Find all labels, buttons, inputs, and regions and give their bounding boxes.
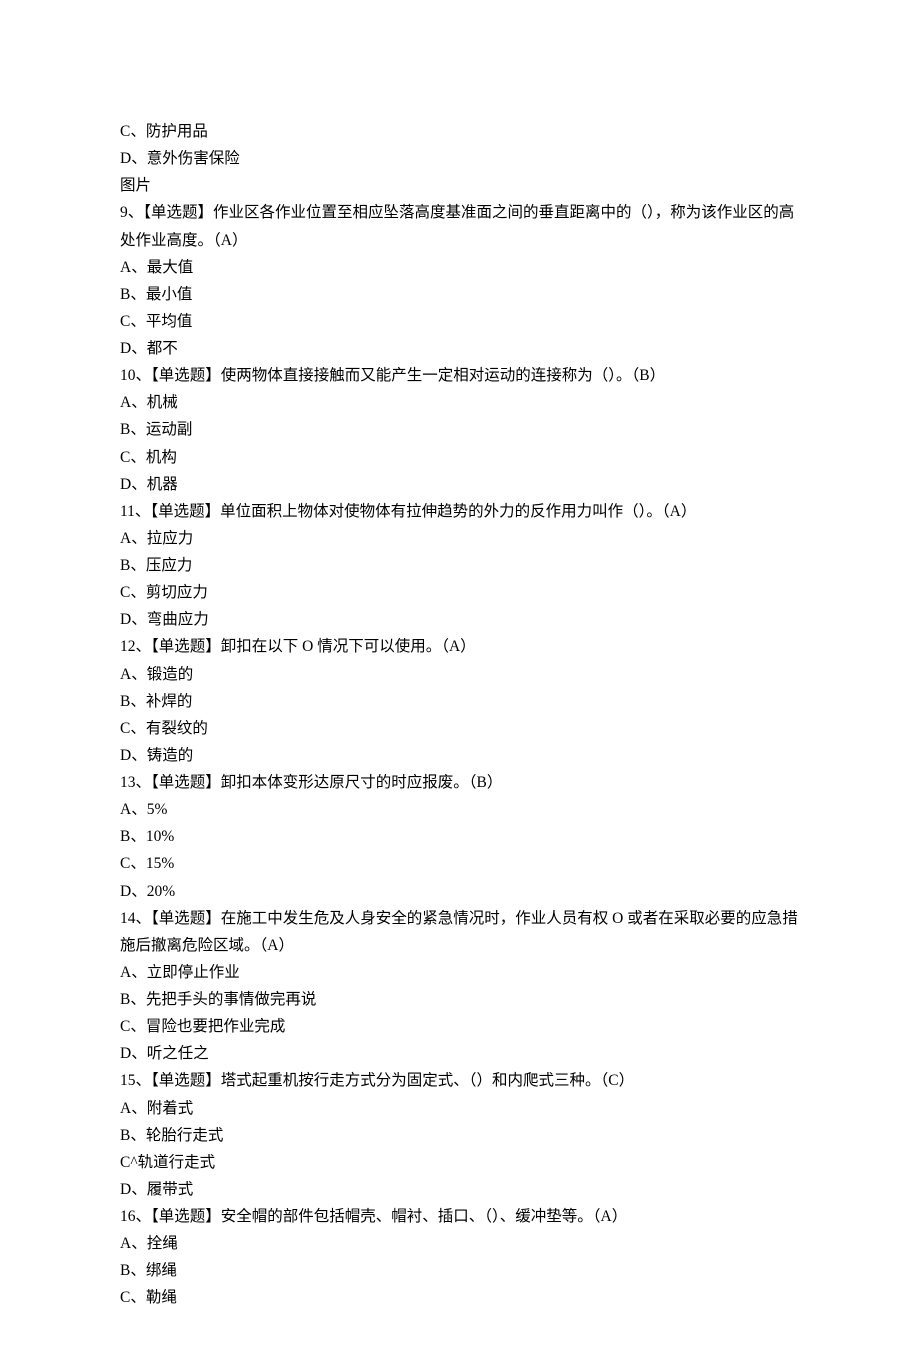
question-text: 9、【单选题】作业区各作业位置至相应坠落高度基准面之间的垂直距离中的（），称为该… xyxy=(120,199,800,253)
option-text: D、20% xyxy=(120,878,800,905)
question-text: 15、【单选题】塔式起重机按行走方式分为固定式、（）和内爬式三种。（C） xyxy=(120,1067,800,1094)
option-text: C、平均值 xyxy=(120,308,800,335)
option-text: A、最大值 xyxy=(120,254,800,281)
option-text: B、运动副 xyxy=(120,416,800,443)
text-line: D、意外伤害保险 xyxy=(120,145,800,172)
option-text: C、15% xyxy=(120,850,800,877)
document-content: C、防护用品 D、意外伤害保险 图片 9、【单选题】作业区各作业位置至相应坠落高… xyxy=(120,118,800,1312)
text-line: 图片 xyxy=(120,172,800,199)
option-text: A、锻造的 xyxy=(120,661,800,688)
option-text: B、先把手头的事情做完再说 xyxy=(120,986,800,1013)
option-text: D、机器 xyxy=(120,471,800,498)
option-text: B、压应力 xyxy=(120,552,800,579)
option-text: A、5% xyxy=(120,796,800,823)
option-text: B、绑绳 xyxy=(120,1257,800,1284)
option-text: C、勒绳 xyxy=(120,1284,800,1311)
option-text: D、铸造的 xyxy=(120,742,800,769)
question-text: 11、【单选题】单位面积上物体对使物体有拉伸趋势的外力的反作用力叫作（）。（A） xyxy=(120,498,800,525)
question-text: 12、【单选题】卸扣在以下 O 情况下可以使用。（A） xyxy=(120,633,800,660)
option-text: C^轨道行走式 xyxy=(120,1149,800,1176)
option-text: C、机构 xyxy=(120,444,800,471)
text-line: C、防护用品 xyxy=(120,118,800,145)
option-text: D、都不 xyxy=(120,335,800,362)
question-text: 16、【单选题】安全帽的部件包括帽壳、帽衬、插口、（）、缓冲垫等。（A） xyxy=(120,1203,800,1230)
option-text: A、拉应力 xyxy=(120,525,800,552)
option-text: C、冒险也要把作业完成 xyxy=(120,1013,800,1040)
question-text: 14、【单选题】在施工中发生危及人身安全的紧急情况时，作业人员有权 O 或者在采… xyxy=(120,905,800,959)
option-text: A、拴绳 xyxy=(120,1230,800,1257)
option-text: C、有裂纹的 xyxy=(120,715,800,742)
option-text: D、履带式 xyxy=(120,1176,800,1203)
option-text: A、附着式 xyxy=(120,1095,800,1122)
option-text: B、补焊的 xyxy=(120,688,800,715)
question-text: 13、【单选题】卸扣本体变形达原尺寸的时应报废。（B） xyxy=(120,769,800,796)
question-text: 10、【单选题】使两物体直接接触而又能产生一定相对运动的连接称为（）。（B） xyxy=(120,362,800,389)
option-text: D、弯曲应力 xyxy=(120,606,800,633)
option-text: B、最小值 xyxy=(120,281,800,308)
option-text: A、立即停止作业 xyxy=(120,959,800,986)
option-text: A、机械 xyxy=(120,389,800,416)
option-text: C、剪切应力 xyxy=(120,579,800,606)
option-text: D、听之任之 xyxy=(120,1040,800,1067)
option-text: B、10% xyxy=(120,823,800,850)
option-text: B、轮胎行走式 xyxy=(120,1122,800,1149)
